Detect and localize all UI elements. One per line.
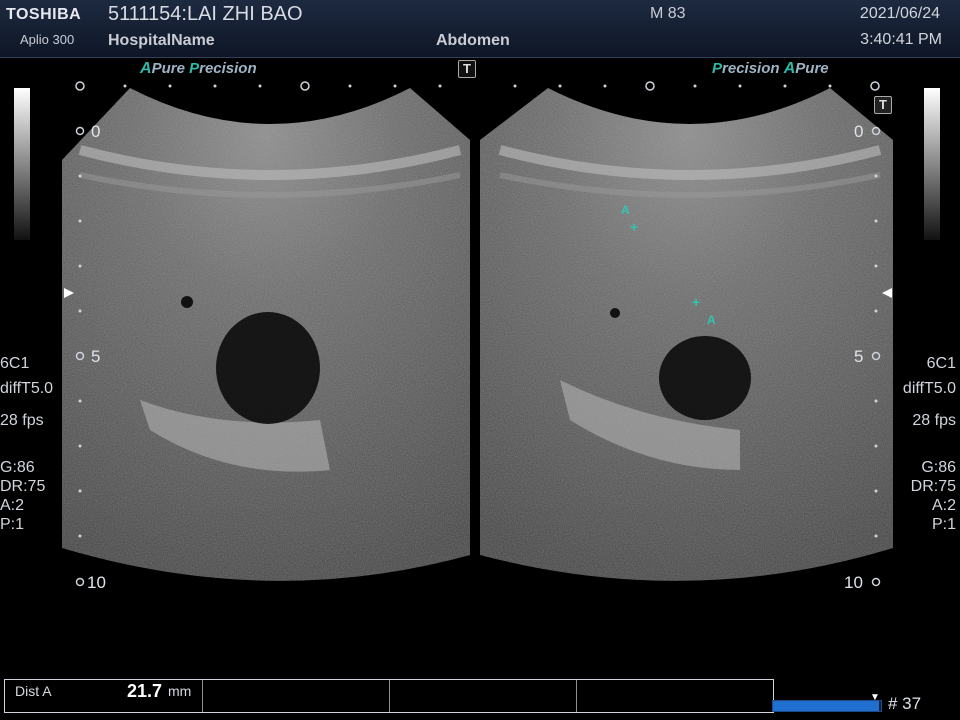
measurement-cell-empty-3[interactable] bbox=[577, 680, 773, 712]
depth-label-0-right: 0 bbox=[854, 122, 864, 141]
measurement-unit: mm bbox=[168, 683, 192, 699]
depth-label-10-left: 10 bbox=[87, 573, 106, 592]
caliper-label-a-start: A bbox=[621, 203, 630, 217]
lateral-scale-right bbox=[513, 81, 880, 91]
fps-label-right: 28 fps bbox=[912, 412, 956, 429]
depth-label-5-right: 5 bbox=[854, 347, 864, 366]
a-label-right: A:2 bbox=[931, 497, 956, 514]
ultrasound-image-right bbox=[480, 88, 893, 581]
gain-label-left: G:86 bbox=[0, 459, 35, 476]
caliper-cursor-start[interactable]: + bbox=[630, 219, 638, 235]
depth-label-10-right: 10 bbox=[844, 573, 863, 592]
p-label-right: P:1 bbox=[931, 516, 956, 533]
p-label-left: P:1 bbox=[0, 516, 25, 533]
frame-number: # 37 bbox=[888, 694, 922, 713]
caliper-label-a-end: A bbox=[707, 313, 716, 327]
gain-label-right: G:86 bbox=[921, 459, 956, 476]
cine-progress-bar[interactable] bbox=[772, 700, 882, 712]
filter-label-left: diffT5.0 bbox=[0, 380, 54, 397]
measurement-value: 21.7 bbox=[127, 681, 163, 701]
ultrasound-images bbox=[62, 81, 893, 587]
measurement-cell-empty-2[interactable] bbox=[390, 680, 577, 712]
depth-label-5-left: 5 bbox=[91, 347, 101, 366]
cine-progress-fill bbox=[773, 701, 879, 711]
a-label-left: A:2 bbox=[0, 497, 25, 514]
measurement-cell-empty-1[interactable] bbox=[203, 680, 390, 712]
dr-label-left: DR:75 bbox=[0, 478, 46, 495]
measurement-results-bar: Dist A 21.7 mm bbox=[4, 679, 774, 713]
filter-label-right: diffT5.0 bbox=[902, 380, 956, 397]
cine-position-marker-icon: ▼ bbox=[870, 692, 880, 703]
dr-label-right: DR:75 bbox=[910, 478, 956, 495]
fps-label-left: 28 fps bbox=[0, 412, 44, 429]
probe-label-left: 6C1 bbox=[0, 355, 30, 372]
depth-label-0-left: 0 bbox=[91, 122, 101, 141]
probe-label-right: 6C1 bbox=[926, 355, 956, 372]
measurement-cell-dist-a[interactable]: Dist A 21.7 mm bbox=[5, 680, 203, 712]
ultrasound-image-left bbox=[62, 88, 470, 581]
caliper-cursor-end[interactable]: + bbox=[692, 294, 700, 310]
measurement-name: Dist A bbox=[15, 683, 52, 699]
